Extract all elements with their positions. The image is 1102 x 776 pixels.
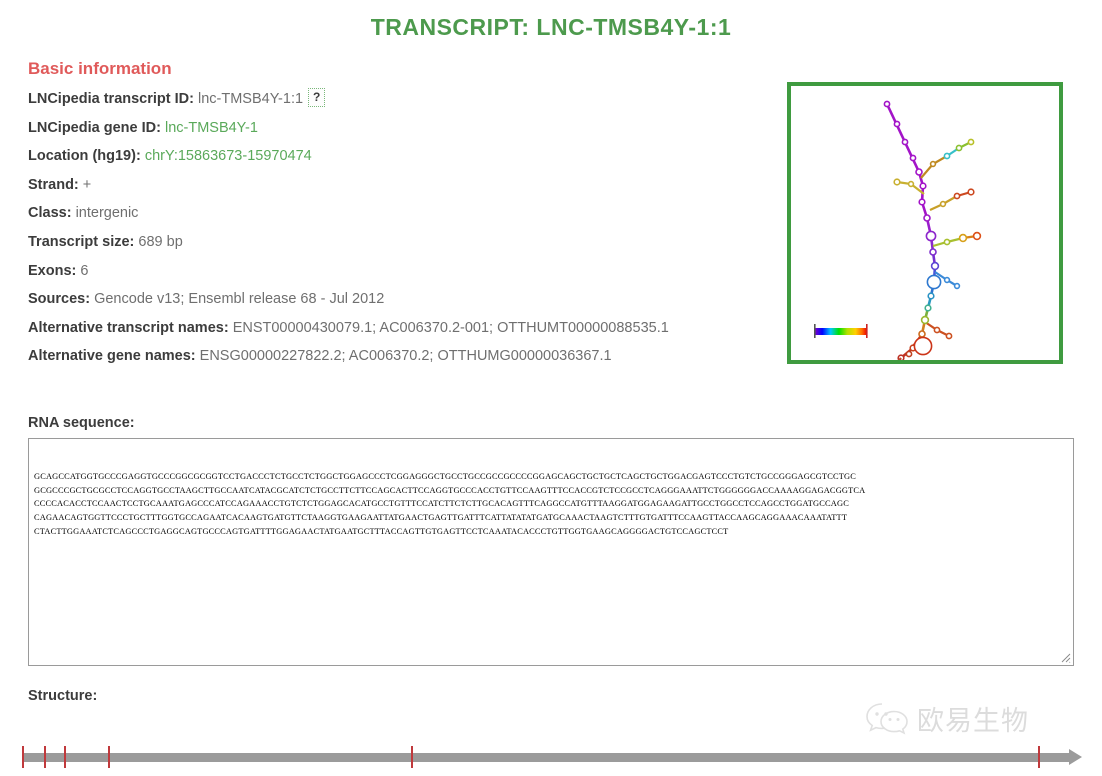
info-row-value[interactable]: lnc-TMSB4Y-1 bbox=[165, 120, 258, 136]
info-row-value: + bbox=[82, 176, 92, 193]
info-row: Location (hg19): chrY:15863673-15970474 bbox=[28, 142, 788, 171]
info-row: Alternative transcript names: ENST000004… bbox=[28, 314, 788, 343]
basic-information-heading: Basic information bbox=[28, 59, 172, 78]
info-row: Class: intergenic bbox=[28, 199, 788, 228]
exon-tick-marker[interactable] bbox=[22, 746, 24, 768]
info-row-value[interactable]: chrY:15863673-15970474 bbox=[145, 148, 312, 164]
info-row: Strand: + bbox=[28, 171, 788, 200]
info-row-label: Location (hg19): bbox=[28, 148, 141, 165]
rna-sequence-line: GCAGCCATGGTGCCCGAGGTGCCCGGCGCGGTCCTGACCC… bbox=[34, 472, 857, 482]
info-row-value: Gencode v13; Ensembl release 68 - Jul 20… bbox=[94, 291, 385, 308]
info-row: Sources: Gencode v13; Ensembl release 68… bbox=[28, 285, 788, 314]
exon-tick-marker[interactable] bbox=[1038, 746, 1040, 768]
help-tooltip-icon[interactable]: ? bbox=[308, 88, 326, 107]
info-row-label: Transcript size: bbox=[28, 233, 135, 250]
info-row-label: LNCipedia gene ID: bbox=[28, 119, 161, 136]
color-scale-legend bbox=[814, 324, 868, 338]
info-row-label: Sources: bbox=[28, 291, 91, 308]
info-row: LNCipedia transcript ID: lnc-TMSB4Y-1:1? bbox=[28, 85, 788, 114]
rna-structure-plot bbox=[814, 100, 982, 360]
rna-structure-thumbnail[interactable] bbox=[787, 82, 1063, 364]
info-row-label: Exons: bbox=[28, 262, 77, 279]
structure-track[interactable] bbox=[0, 744, 1102, 770]
page-title: TRANSCRIPT: LNC-TMSB4Y-1:1 bbox=[370, 14, 732, 40]
strand-direction-arrow-icon bbox=[1069, 749, 1082, 765]
info-row-label: Class: bbox=[28, 205, 72, 222]
rna-sequence-line: GCGCCCGCTGCGCCTCCAGGTGCCTAAGCTTGCCAATCAT… bbox=[34, 485, 866, 495]
info-row-label: LNCipedia transcript ID: bbox=[28, 91, 194, 107]
rna-sequence-line: CCCCACACCTCCAACTCCTGCAAATGAGCCCATCCAGAAA… bbox=[34, 499, 849, 509]
info-row-label: Strand: bbox=[28, 176, 79, 193]
info-row-value: 689 bp bbox=[138, 233, 183, 250]
info-row: Transcript size: 689 bp bbox=[28, 228, 788, 257]
wechat-icon bbox=[866, 703, 908, 735]
rna-sequence-line: CTACTTGGAAATCTCAGCCCTGAGGCAGTGCCCAGTGATT… bbox=[34, 526, 729, 536]
info-row: LNCipedia gene ID: lnc-TMSB4Y-1 bbox=[28, 114, 788, 143]
info-row-label: Alternative gene names: bbox=[28, 348, 196, 365]
main-content: Basic information LNCipedia transcript I… bbox=[0, 59, 1102, 704]
exon-tick-marker[interactable] bbox=[108, 746, 110, 768]
resize-handle-icon[interactable] bbox=[1059, 651, 1071, 663]
watermark-text: 欧易生物 bbox=[917, 705, 1029, 737]
rna-sequence-label: RNA sequence: bbox=[28, 414, 135, 431]
info-row-value: intergenic bbox=[75, 205, 139, 222]
exon-tick-marker[interactable] bbox=[411, 746, 413, 768]
exon-tick-marker[interactable] bbox=[64, 746, 66, 768]
rna-sequence-line: CAGAACAGTGGTTCCCTGCTTTGGTGCCAGAATCACAAGT… bbox=[34, 512, 848, 522]
exon-tick-marker[interactable] bbox=[44, 746, 46, 768]
info-row-value: 6 bbox=[80, 262, 89, 279]
info-row: Alternative gene names: ENSG00000227822.… bbox=[28, 342, 788, 371]
structure-track-label: Structure: bbox=[28, 687, 98, 704]
info-row-value: ENSG00000227822.2; AC006370.2; OTTHUMG00… bbox=[199, 348, 612, 365]
info-row-value: ENST00000430079.1; AC006370.2-001; OTTHU… bbox=[232, 319, 669, 336]
info-row-value: lnc-TMSB4Y-1:1 bbox=[198, 91, 304, 107]
structure-track-bar bbox=[22, 753, 1070, 762]
rna-sequence-textarea[interactable]: GCAGCCATGGTGCCCGAGGTGCCCGGCGCGGTCCTGACCC… bbox=[28, 437, 1074, 666]
info-row-label: Alternative transcript names: bbox=[28, 319, 229, 336]
basic-information-list: LNCipedia transcript ID: lnc-TMSB4Y-1:1?… bbox=[28, 85, 788, 371]
info-row: Exons: 6 bbox=[28, 257, 788, 286]
